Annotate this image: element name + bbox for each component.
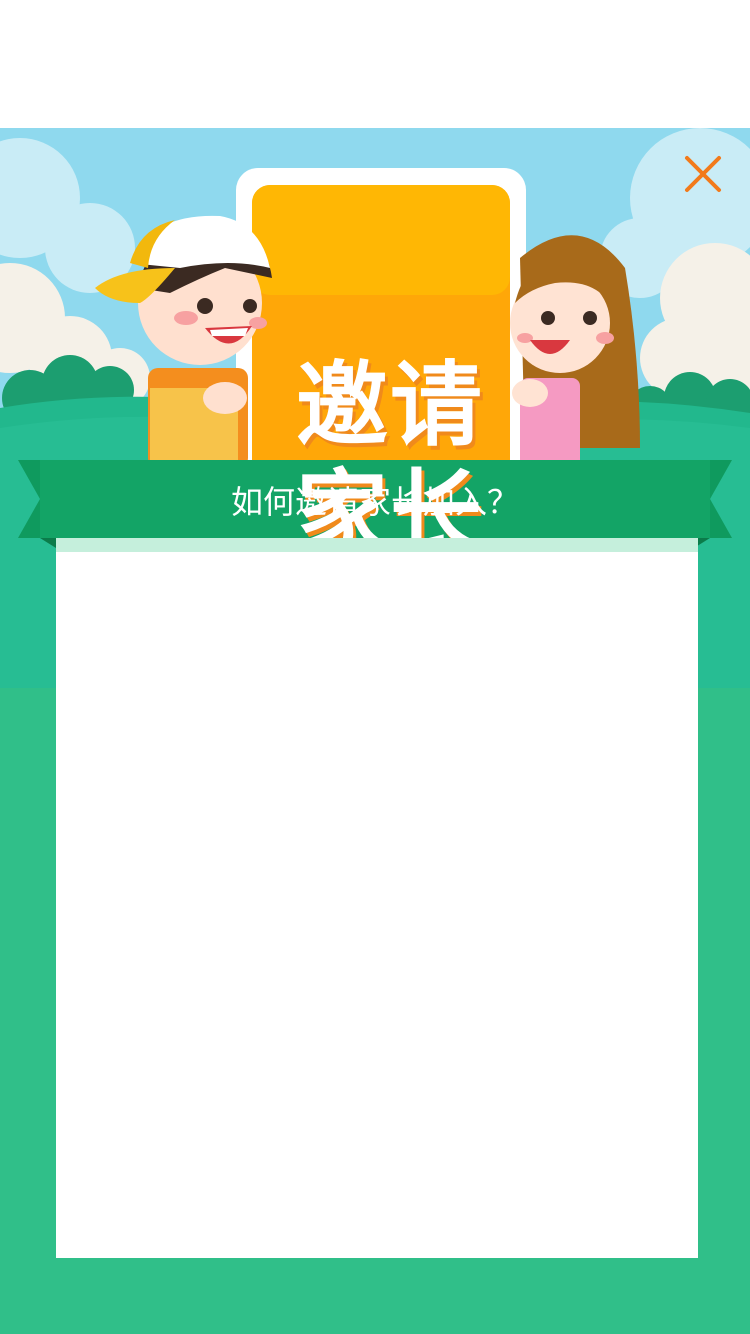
content-panel [56,552,698,1258]
close-button[interactable] [682,153,724,195]
content-panel-lip [56,538,698,552]
close-icon [685,156,721,192]
title-line-1: 邀请 [295,352,484,459]
title-card-highlight [252,185,510,295]
ribbon-title: 如何邀请家长加入？ [230,483,519,521]
top-blank-area [0,0,750,128]
girl-character [510,235,640,468]
